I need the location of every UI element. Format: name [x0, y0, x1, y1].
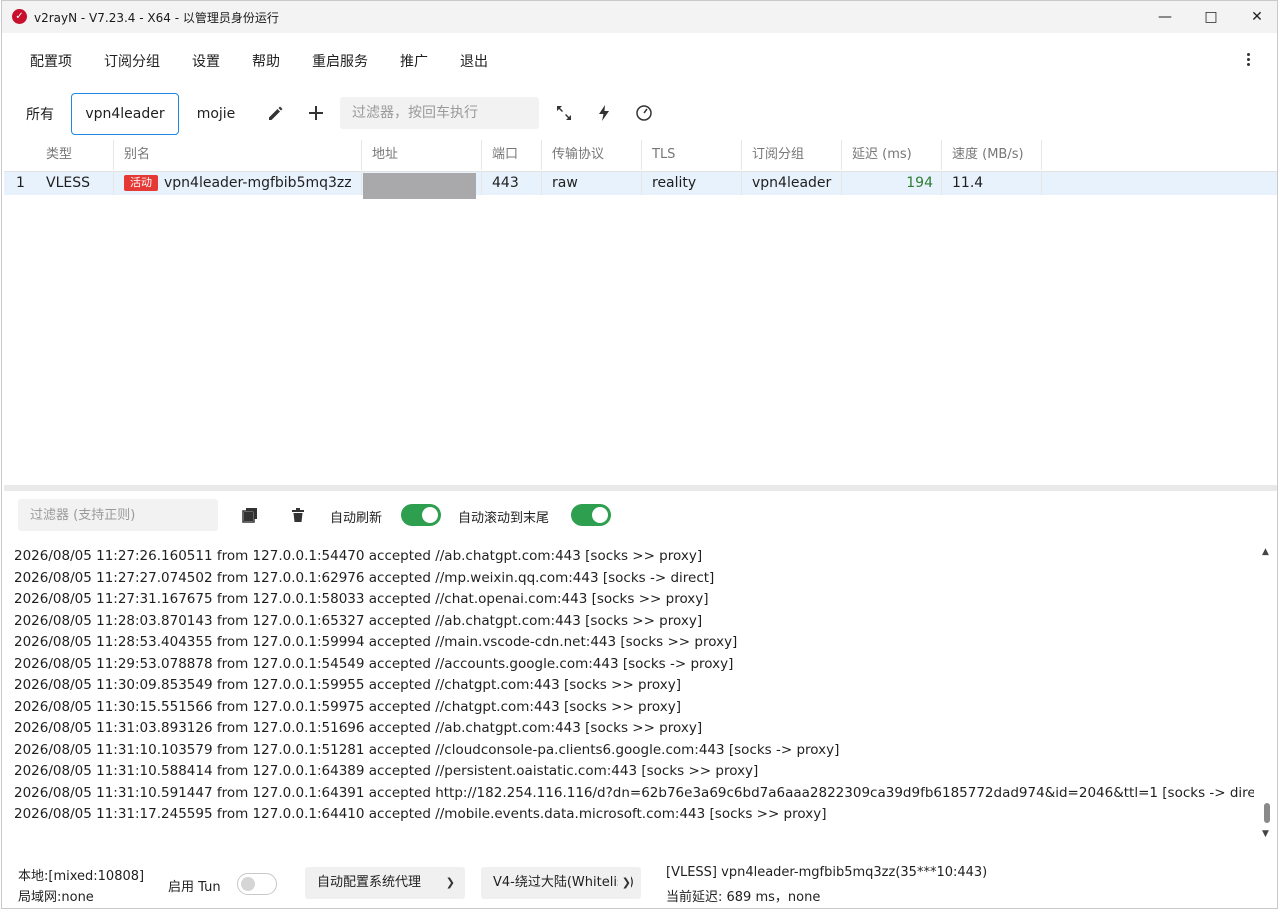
more-vertical-icon[interactable] — [1240, 51, 1256, 69]
maximize-icon[interactable]: □ — [1188, 1, 1234, 33]
current-latency: 当前延迟: 689 ms，none — [666, 890, 821, 905]
log-filter-input[interactable] — [18, 499, 218, 531]
column-transport[interactable]: 传输协议 — [542, 140, 642, 170]
log-line: 2026/08/05 11:29:53.078878 from 127.0.0.… — [14, 655, 734, 672]
auto-refresh-label: 自动刷新 — [330, 511, 383, 526]
table-row[interactable]: 1 VLESS 活动 vpn4leader-mgfbib5mq3zz 443 ra… — [4, 172, 1277, 199]
menu-profiles[interactable]: 配置项 — [30, 51, 72, 71]
routing-value: V4-绕过大陆(Whitelist) — [493, 875, 634, 890]
menu-subscription-groups[interactable]: 订阅分组 — [104, 51, 160, 71]
column-group[interactable]: 订阅分组 — [742, 140, 842, 170]
speed-test-bolt-icon[interactable] — [592, 101, 616, 125]
log-line: 2026/08/05 11:28:53.404355 from 127.0.0.… — [14, 634, 738, 650]
system-proxy-select[interactable]: 自动配置系统代理 ❯ — [305, 867, 465, 899]
alias-text: vpn4leader-mgfbib5mq3zz — [164, 175, 352, 191]
column-delay[interactable]: 延迟 (ms) — [842, 140, 942, 170]
lan-status: 局域网:none — [18, 890, 94, 905]
menu-promotion[interactable]: 推广 — [400, 51, 428, 71]
column-port[interactable]: 端口 — [482, 140, 542, 170]
log-output[interactable]: 2026/08/05 11:27:26.160511 from 127.0.0.… — [14, 546, 1254, 836]
copy-icon[interactable] — [240, 505, 260, 525]
add-plus-icon[interactable] — [304, 101, 328, 125]
auto-scroll-toggle[interactable] — [571, 504, 611, 526]
tab-all[interactable]: 所有 — [14, 93, 66, 135]
cell-alias: 活动 vpn4leader-mgfbib5mq3zz — [114, 172, 362, 195]
routing-select[interactable]: V4-绕过大陆(Whitelist) ❯ — [481, 867, 641, 899]
log-line: 2026/08/05 11:30:15.551566 from 127.0.0.… — [14, 698, 681, 715]
menu-settings[interactable]: 设置 — [192, 51, 220, 71]
latency-gauge-icon[interactable] — [632, 101, 656, 125]
column-alias[interactable]: 别名 — [114, 140, 362, 170]
auto-refresh-toggle[interactable] — [401, 504, 441, 526]
window-title: v2rayN - V7.23.4 - X64 - 以管理员身份运行 — [34, 11, 279, 25]
app-window: ✓ v2rayN - V7.23.4 - X64 - 以管理员身份运行 — □ … — [1, 0, 1278, 909]
row-index: 1 — [16, 175, 25, 191]
chevron-down-icon: ❯ — [445, 876, 455, 889]
table-header: 类型 别名 地址 端口 传输协议 TLS 订阅分组 延迟 (ms) 速度 (MB… — [4, 140, 1277, 172]
tun-label: 启用 Tun — [168, 880, 221, 895]
log-line: 2026/08/05 11:31:10.588414 from 127.0.0.… — [14, 763, 759, 779]
log-line: 2026/08/05 11:27:26.160511 from 127.0.0.… — [14, 548, 703, 564]
menu-restart-service[interactable]: 重启服务 — [312, 51, 368, 71]
cell-group: vpn4leader — [742, 172, 842, 195]
log-line: 2026/08/05 11:27:27.074502 from 127.0.0.… — [14, 569, 715, 586]
column-address[interactable]: 地址 — [362, 140, 482, 170]
column-speed[interactable]: 速度 (MB/s) — [942, 140, 1042, 170]
local-port-status: 本地:[mixed:10808] — [18, 869, 145, 884]
tab-mojie[interactable]: mojie — [188, 93, 244, 135]
cell-port: 443 — [482, 172, 542, 195]
menu-help[interactable]: 帮助 — [252, 51, 280, 71]
log-line: 2026/08/05 11:31:03.893126 from 127.0.0.… — [14, 720, 703, 736]
tab-vpn4leader[interactable]: vpn4leader — [71, 93, 179, 135]
auto-scroll-label: 自动滚动到末尾 — [458, 511, 550, 526]
current-server: [VLESS] vpn4leader-mgfbib5mq3zz(35***10:… — [666, 865, 988, 880]
trash-icon[interactable] — [288, 505, 308, 525]
active-badge: 活动 — [124, 175, 158, 191]
log-line: 2026/08/05 11:28:03.870143 from 127.0.0.… — [14, 612, 703, 629]
column-index — [4, 140, 36, 170]
column-tls[interactable]: TLS — [642, 140, 742, 170]
cell-tls: reality — [642, 172, 742, 195]
log-line: 2026/08/05 11:30:09.853549 from 127.0.0.… — [14, 677, 681, 693]
close-icon[interactable]: ✕ — [1234, 1, 1277, 33]
scroll-down-arrow-icon[interactable]: ▼ — [1262, 829, 1269, 839]
title-bar: ✓ v2rayN - V7.23.4 - X64 - 以管理员身份运行 — □ … — [2, 1, 1277, 33]
chevron-down-icon: ❯ — [617, 867, 631, 899]
panel-splitter[interactable] — [4, 485, 1277, 491]
masked-address-block — [363, 173, 476, 199]
column-type[interactable]: 类型 — [36, 140, 114, 170]
log-scrollbar-thumb[interactable] — [1264, 803, 1270, 823]
cell-transport: raw — [542, 172, 642, 195]
cell-type: VLESS — [36, 172, 114, 195]
menu-bar: 配置项 订阅分组 设置 帮助 重启服务 推广 退出 — [2, 41, 1277, 81]
edit-pencil-icon[interactable] — [264, 101, 288, 125]
cell-speed: 11.4 — [942, 172, 1042, 195]
tun-toggle[interactable] — [237, 873, 277, 895]
cell-delay: 194 — [842, 172, 942, 195]
log-line: 2026/08/05 11:31:10.591447 from 127.0.0.… — [14, 784, 1254, 801]
log-line: 2026/08/05 11:27:31.167675 from 127.0.0.… — [14, 591, 709, 607]
server-filter-input[interactable] — [340, 97, 539, 129]
v2rayn-logo-icon: ✓ — [12, 9, 27, 24]
log-line: 2026/08/05 11:31:10.103579 from 127.0.0.… — [14, 741, 840, 758]
menu-exit[interactable]: 退出 — [460, 51, 488, 71]
minimize-icon[interactable]: — — [1142, 1, 1188, 33]
scroll-up-arrow-icon[interactable]: ▲ — [1262, 547, 1269, 557]
system-proxy-value: 自动配置系统代理 — [317, 875, 422, 890]
cell-address — [362, 172, 482, 199]
log-line: 2026/08/05 11:31:17.245595 from 127.0.0.… — [14, 806, 827, 822]
collapse-expand-icon[interactable] — [552, 101, 576, 125]
